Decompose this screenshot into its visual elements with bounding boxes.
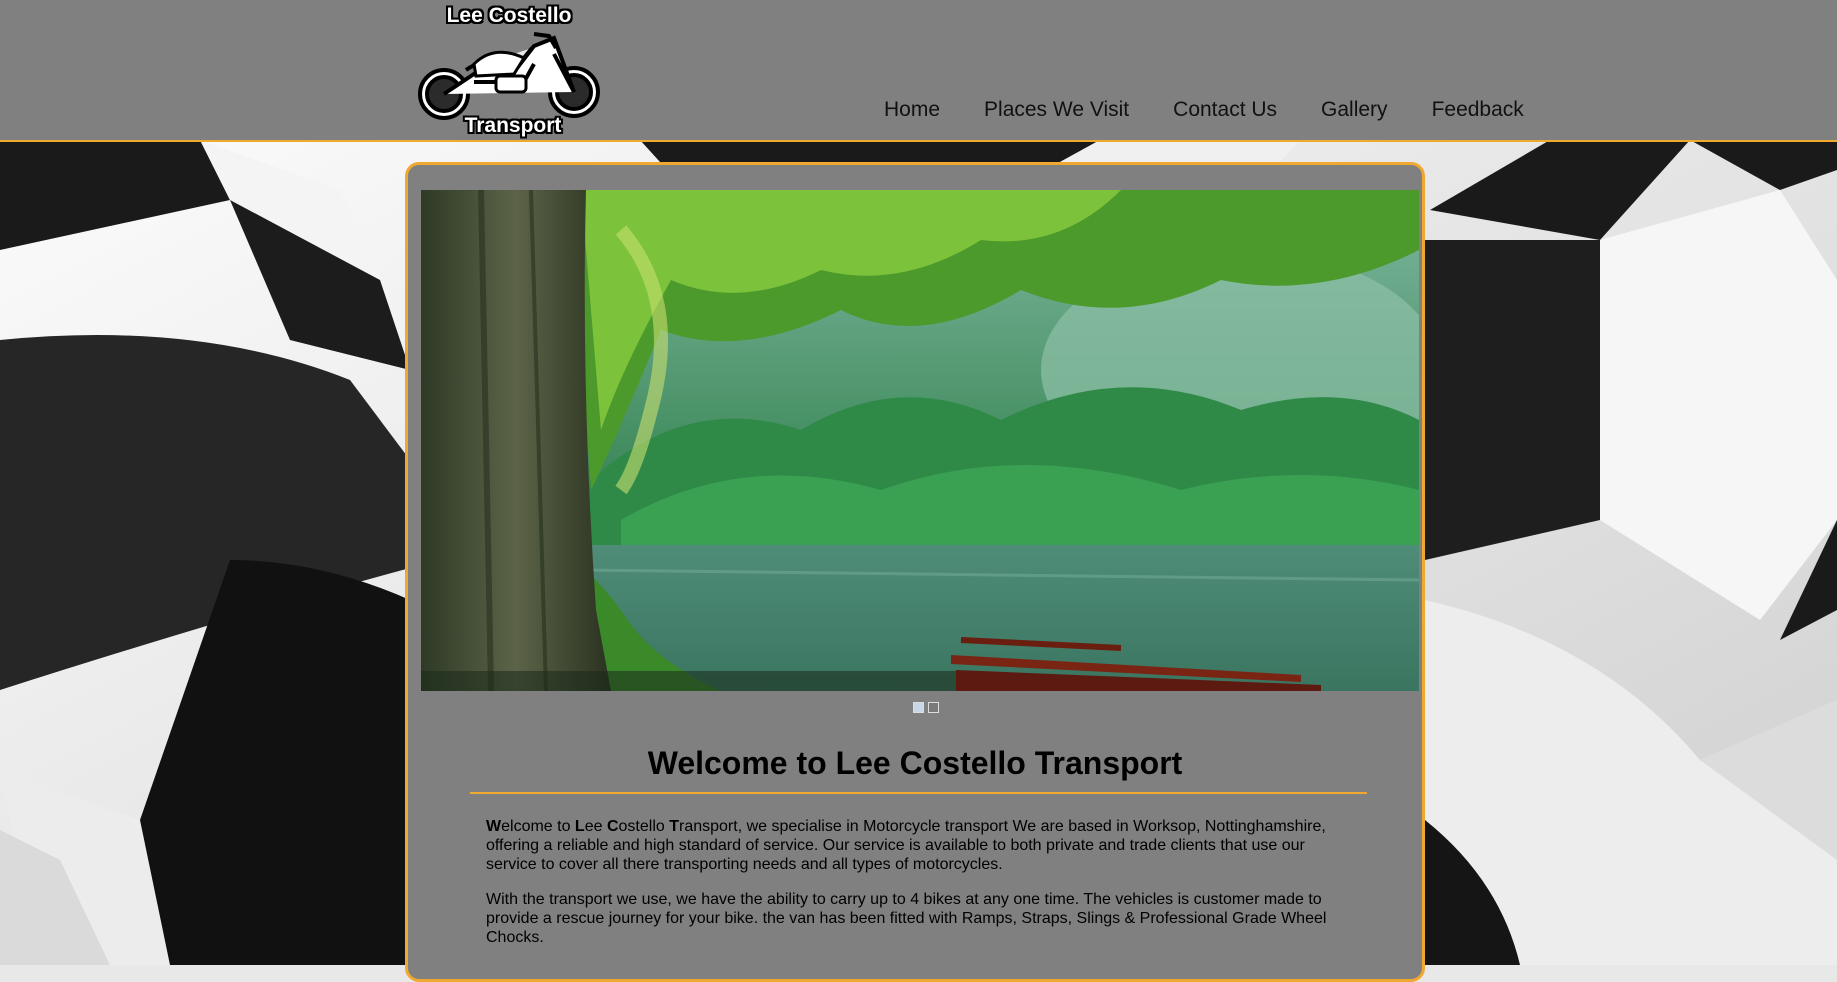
slide-image [421,190,1419,691]
logo[interactable]: Lee Costello Transport [414,2,604,138]
slider-dot-1[interactable] [913,702,924,713]
initial-w: W [486,818,502,835]
text-fragment: ostello [618,818,670,835]
slider-pager [913,702,943,713]
motorcycle-icon [418,32,600,120]
title-divider [470,792,1367,794]
text-fragment: ee [584,818,607,835]
initial-c: C [606,818,619,835]
logo-text-bottom: Transport [464,114,562,137]
welcome-title: Welcome to Lee Costello Transport [647,745,1183,781]
nav-contact-us[interactable]: Contact Us [1173,98,1277,122]
slider-dot-2[interactable] [928,702,939,713]
transport-paragraph: With the transport we use, we have the a… [486,891,1327,946]
nav-places-we-visit[interactable]: Places We Visit [984,98,1129,122]
initial-t: T [669,818,679,835]
site-header: Lee Costello Transport Home Places We Vi… [0,0,1837,142]
main-nav: Home Places We Visit Contact Us Gallery … [884,98,1568,122]
text-fragment: elcome to [501,818,575,835]
content-panel: Welcome to Lee Costello Transport Welcom… [405,162,1425,982]
nav-gallery[interactable]: Gallery [1321,98,1388,122]
nav-home[interactable]: Home [884,98,940,122]
intro-paragraph: Welcome to Lee Costello Transport, we sp… [486,817,1356,874]
initial-l: L [574,818,585,835]
nav-feedback[interactable]: Feedback [1432,98,1524,122]
image-slider[interactable] [421,190,1419,691]
